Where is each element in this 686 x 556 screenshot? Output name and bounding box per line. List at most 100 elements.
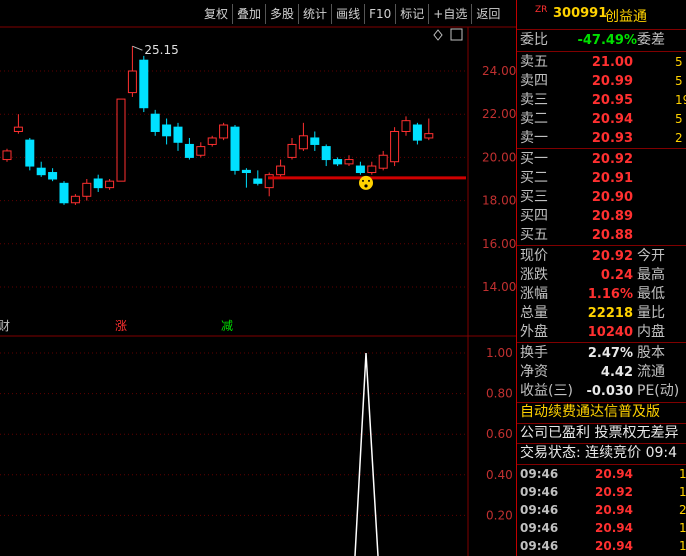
company-status: 公司已盈利 投票权无差异	[520, 425, 679, 441]
stat-label2: 今开	[637, 248, 665, 264]
candle-body	[333, 159, 343, 165]
ask-price: 21.00	[591, 55, 633, 70]
stat-label: 现价	[520, 248, 548, 264]
tick-price: 20.94	[595, 539, 633, 553]
ask-label: 卖五	[520, 54, 548, 70]
bid-label: 买三	[520, 189, 548, 205]
ask-volume: 2	[675, 131, 683, 145]
candle-body	[173, 126, 183, 143]
candle-body	[59, 182, 69, 204]
statistics-button[interactable]: 统计	[298, 4, 331, 24]
candle-body	[253, 178, 263, 184]
candle-body	[355, 165, 365, 174]
event-marker-finance: 财	[0, 319, 10, 333]
ask-label: 卖四	[520, 73, 548, 89]
back-button[interactable]: 返回	[471, 4, 504, 24]
weibi-value: -47.49%	[577, 33, 637, 48]
draw-line-button[interactable]: 画线	[331, 4, 364, 24]
tick-row: 09:46 20.92 1	[517, 483, 686, 501]
fin-label2: PE(动)	[637, 383, 680, 399]
bid-row[interactable]: 买二 20.91	[517, 169, 686, 188]
stat-row: 现价 20.92 今开	[517, 247, 686, 266]
ask-row[interactable]: 卖二 20.94 5	[517, 110, 686, 129]
ask-row[interactable]: 卖一 20.93 2	[517, 129, 686, 148]
candle-body	[196, 146, 206, 156]
f10-button[interactable]: F10	[364, 4, 395, 24]
candle-body	[298, 135, 308, 150]
bid-row[interactable]: 买五 20.88	[517, 226, 686, 245]
tick-price: 20.92	[595, 485, 633, 499]
price-tick-label: 24.00	[482, 64, 516, 78]
bid-row[interactable]: 买四 20.89	[517, 207, 686, 226]
stat-label2: 量比	[637, 305, 665, 321]
add-watchlist-button[interactable]: +自选	[428, 4, 471, 24]
event-marker-rise: 涨	[115, 318, 127, 333]
bid-row[interactable]: 买一 20.92	[517, 150, 686, 169]
bid-row[interactable]: 买三 20.90	[517, 188, 686, 207]
weibi-label: 委比	[520, 32, 548, 48]
fin-row: 换手 2.47% 股本	[517, 344, 686, 363]
zr-badge: ZR	[535, 5, 548, 15]
candle-body	[162, 124, 172, 137]
smiley-eye	[362, 179, 364, 182]
ask-volume: 5	[675, 112, 683, 126]
stat-value: 1.16%	[587, 287, 633, 302]
kline-chart[interactable]: 24.00 22.00 20.00 18.00 16.00 14.00 1.00 0.80 0.…	[0, 0, 516, 556]
candle-body	[127, 70, 137, 94]
multi-stock-button[interactable]: 多股	[265, 4, 298, 24]
candle-body	[207, 137, 217, 145]
candle-body	[241, 169, 251, 174]
candle-body	[219, 124, 229, 139]
ask-label: 卖一	[520, 130, 548, 146]
candle-body	[116, 98, 126, 182]
restore-rights-button[interactable]: 复权	[200, 4, 232, 24]
ask-price: 20.95	[591, 93, 633, 108]
bid-price: 20.90	[591, 190, 633, 205]
trade-status: 交易状态: 连续竞价 09:4	[520, 445, 678, 461]
tick-volume: 1	[679, 467, 686, 481]
candle-body	[378, 154, 388, 169]
fin-row: 净资 4.42 流通	[517, 363, 686, 382]
smiley-mouth	[364, 184, 368, 188]
diamond-icon	[433, 29, 443, 41]
candle-body	[105, 180, 115, 189]
stat-label2: 最低	[637, 286, 665, 302]
bid-price: 20.92	[591, 152, 633, 167]
bid-price: 20.88	[591, 228, 633, 243]
stat-label: 外盘	[520, 324, 548, 340]
tick-time: 09:46	[520, 485, 559, 499]
indicator-tick-label: 0.40	[486, 468, 513, 482]
fin-value: 4.42	[600, 365, 633, 380]
overlay-button[interactable]: 叠加	[232, 4, 265, 24]
fin-row: 收益(三) -0.030 PE(动)	[517, 382, 686, 401]
ask-row[interactable]: 卖三 20.95 19	[517, 91, 686, 110]
candle-body	[310, 137, 320, 145]
stat-label: 涨跌	[520, 267, 548, 283]
ask-row[interactable]: 卖四 20.99 5	[517, 72, 686, 91]
fin-label2: 股本	[637, 345, 665, 361]
price-tick-label: 22.00	[482, 107, 516, 121]
candle-body	[139, 59, 149, 109]
mark-button[interactable]: 标记	[395, 4, 428, 24]
stat-value: 10240	[587, 325, 633, 340]
ask-volume: 5	[675, 55, 683, 69]
stat-row: 涨跌 0.24 最高	[517, 266, 686, 285]
tick-price: 20.94	[595, 521, 633, 535]
quote-panel: ZR 300991 创益通 委比 -47.49% 委差 自动续费通达信普及版 公…	[516, 0, 686, 556]
promo-banner[interactable]: 自动续费通达信普及版	[517, 402, 686, 423]
price-tick-label: 18.00	[482, 194, 516, 208]
tick-time: 09:46	[520, 503, 559, 517]
ask-row[interactable]: 卖五 21.00 5	[517, 53, 686, 72]
candle-body	[367, 165, 377, 174]
stock-header: ZR 300991 创益通	[517, 4, 686, 26]
stat-value: 22218	[587, 306, 633, 321]
ask-label: 卖二	[520, 111, 548, 127]
candle-body	[344, 159, 354, 165]
bid-price: 20.89	[591, 209, 633, 224]
event-marker-reduce: 减	[221, 319, 233, 333]
peak-price-label: 25.15	[144, 43, 178, 57]
tick-volume: 2	[679, 503, 686, 517]
tick-volume: 1	[679, 521, 686, 535]
price-tick-label: 14.00	[482, 280, 516, 294]
stat-value: 0.24	[600, 268, 633, 283]
